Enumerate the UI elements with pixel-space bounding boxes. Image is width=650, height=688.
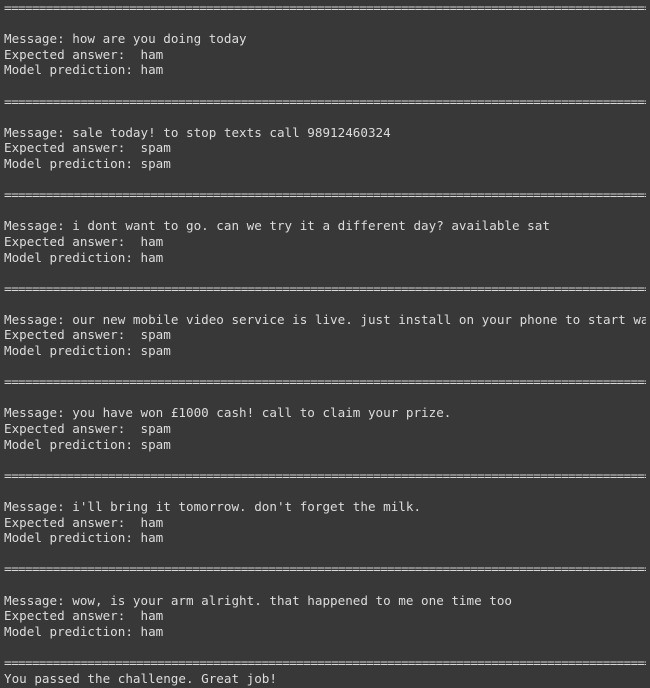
message-line: Message: i'll bring it tomorrow. don't f… bbox=[4, 499, 646, 515]
separator-line: ========================================… bbox=[4, 654, 646, 670]
message-label: Message: bbox=[4, 499, 73, 514]
expected-label: Expected answer: bbox=[4, 421, 141, 437]
message-text: how are you doing today bbox=[72, 31, 247, 47]
prediction-line: Model prediction: ham bbox=[4, 250, 646, 266]
message-text: wow, is your arm alright. that happened … bbox=[72, 592, 513, 608]
expected-line: Expected answer: spam bbox=[4, 421, 646, 437]
message-label: Message: bbox=[4, 592, 73, 608]
expected-label: Expected answer: bbox=[4, 233, 141, 249]
prediction-line: Model prediction: ham bbox=[4, 62, 646, 78]
expected-value: ham bbox=[140, 514, 164, 530]
separator-line: ========================================… bbox=[4, 0, 646, 15]
separator-line: ========================================… bbox=[4, 93, 646, 109]
separator-line: ========================================… bbox=[4, 374, 646, 390]
message-label: Message: bbox=[4, 218, 73, 234]
prediction-line: Model prediction: spam bbox=[4, 343, 646, 359]
expected-line: Expected answer: ham bbox=[4, 234, 646, 250]
expected-line: Expected answer: ham bbox=[4, 608, 646, 624]
final-message: You passed the challenge. Great job! bbox=[4, 670, 277, 686]
prediction-label: Model prediction: bbox=[4, 155, 141, 171]
prediction-line: Model prediction: ham bbox=[4, 530, 646, 546]
prediction-value: ham bbox=[140, 249, 164, 265]
message-text: sale today! to stop texts call 989124603… bbox=[72, 124, 391, 140]
prediction-value: ham bbox=[140, 623, 164, 639]
expected-line: Expected answer: spam bbox=[4, 327, 646, 343]
expected-label: Expected answer: bbox=[4, 46, 141, 62]
message-text: you have won £1000 cash! call to claim y… bbox=[72, 405, 452, 421]
expected-value: spam bbox=[140, 421, 171, 437]
expected-value: ham bbox=[140, 233, 164, 249]
message-line: Message: i dont want to go. can we try i… bbox=[4, 218, 646, 234]
expected-label: Expected answer: bbox=[4, 327, 141, 343]
expected-line: Expected answer: spam bbox=[4, 140, 646, 156]
message-line: Message: you have won £1000 cash! call t… bbox=[4, 405, 646, 421]
prediction-value: ham bbox=[140, 530, 164, 546]
expected-value: ham bbox=[140, 46, 164, 62]
separator-line: ========================================… bbox=[4, 187, 646, 203]
message-line: Message: wow, is your arm alright. that … bbox=[4, 593, 646, 609]
expected-line: Expected answer: ham bbox=[4, 515, 646, 531]
expected-label: Expected answer: bbox=[4, 140, 141, 156]
message-label: Message: bbox=[4, 31, 73, 47]
expected-value: ham bbox=[140, 608, 164, 624]
expected-label: Expected answer: bbox=[4, 514, 141, 530]
message-label: Message: bbox=[4, 311, 73, 327]
prediction-label: Model prediction: bbox=[4, 62, 141, 78]
message-text: i'll bring it tomorrow. don't forget the… bbox=[72, 499, 422, 514]
message-label: Message: bbox=[4, 405, 73, 421]
prediction-label: Model prediction: bbox=[4, 343, 141, 359]
prediction-value: spam bbox=[140, 343, 171, 359]
separator-line: ========================================… bbox=[4, 280, 646, 296]
prediction-label: Model prediction: bbox=[4, 530, 141, 546]
prediction-line: Model prediction: spam bbox=[4, 156, 646, 172]
prediction-value: spam bbox=[140, 155, 171, 171]
prediction-label: Model prediction: bbox=[4, 436, 141, 452]
prediction-value: ham bbox=[140, 62, 164, 78]
prediction-line: Model prediction: spam bbox=[4, 437, 646, 453]
prediction-value: spam bbox=[140, 436, 171, 452]
message-line: Message: how are you doing today bbox=[4, 31, 646, 47]
separator-line: ========================================… bbox=[4, 467, 646, 483]
expected-label: Expected answer: bbox=[4, 608, 141, 624]
console-output: ========================================… bbox=[0, 0, 646, 688]
message-line: Message: sale today! to stop texts call … bbox=[4, 125, 646, 141]
message-line: Message: our new mobile video service is… bbox=[4, 312, 646, 328]
prediction-line: Model prediction: ham bbox=[4, 624, 646, 640]
prediction-label: Model prediction: bbox=[4, 623, 141, 639]
expected-value: spam bbox=[140, 327, 171, 343]
message-text: our new mobile video service is live. ju… bbox=[72, 311, 646, 327]
expected-value: spam bbox=[140, 140, 171, 156]
prediction-label: Model prediction: bbox=[4, 249, 141, 265]
separator-line: ========================================… bbox=[4, 561, 646, 577]
message-text: i dont want to go. can we try it a diffe… bbox=[72, 218, 550, 234]
expected-line: Expected answer: ham bbox=[4, 47, 646, 63]
message-label: Message: bbox=[4, 124, 73, 140]
